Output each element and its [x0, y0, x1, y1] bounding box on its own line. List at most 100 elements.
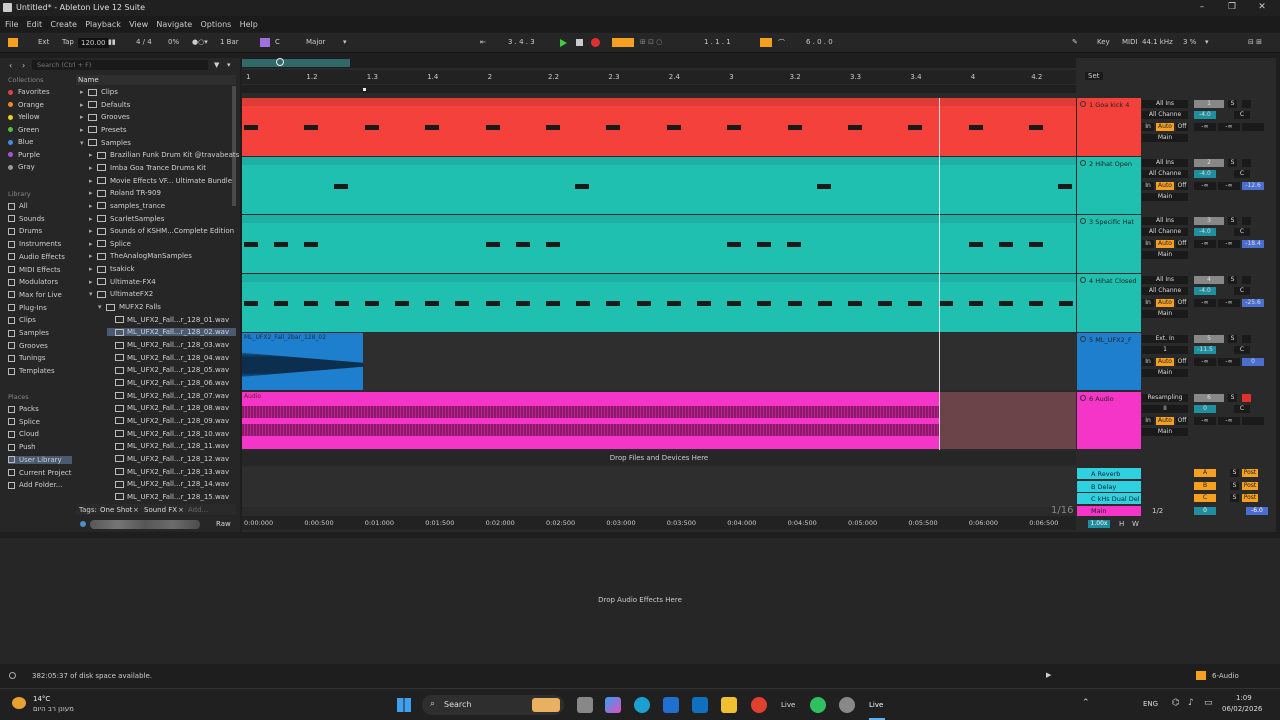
output-selector[interactable]: Main — [1142, 192, 1188, 201]
midi-note[interactable] — [516, 242, 530, 248]
track-pan[interactable]: C — [1234, 287, 1250, 296]
send-b[interactable]: -∞ — [1218, 123, 1240, 131]
expand-arrow-icon[interactable]: ▸ — [80, 88, 88, 96]
collection-blue[interactable]: Blue — [8, 138, 34, 146]
zoom-factor[interactable]: 1.00x — [1088, 520, 1110, 528]
library-item-audio-effects[interactable]: Audio Effects — [8, 253, 65, 261]
fold-track-icon[interactable] — [1080, 218, 1086, 225]
track-pan[interactable]: C — [1234, 404, 1250, 413]
library-item-grooves[interactable]: Grooves — [8, 342, 48, 350]
midi-note[interactable] — [969, 242, 983, 248]
view-toggle-icon[interactable] — [8, 38, 18, 47]
solo-button[interactable]: S — [1230, 481, 1239, 490]
tempo-field[interactable]: 120.00 — [78, 38, 109, 48]
library-item-midi-effects[interactable]: MIDI Effects — [8, 266, 61, 274]
track-header-4[interactable]: 4 Hihat Closed — [1077, 274, 1141, 332]
midi-note[interactable] — [304, 125, 319, 130]
chrome-icon[interactable] — [751, 697, 767, 713]
monitor-in-button[interactable]: In — [1142, 299, 1154, 308]
track-lane-5[interactable]: ML_UFX2_Fall_2bar_128_02 — [242, 332, 1076, 391]
return-post-toggle[interactable]: Post — [1242, 481, 1258, 490]
midi-note[interactable] — [274, 301, 289, 307]
clock-time[interactable]: 1:09 — [1236, 694, 1252, 702]
expand-arrow-icon[interactable]: ▸ — [89, 278, 97, 286]
midi-note[interactable] — [968, 125, 983, 130]
library-item-modulators[interactable]: Modulators — [8, 278, 58, 286]
midi-note[interactable] — [274, 242, 288, 248]
place-cloud[interactable]: Cloud — [8, 430, 39, 438]
browser-scrollbar[interactable] — [232, 86, 236, 206]
folder-item[interactable]: ▸ tsakick — [89, 265, 135, 273]
track-lane-1[interactable] — [242, 98, 1076, 156]
monitor-auto-button[interactable]: Auto — [1156, 240, 1174, 249]
fold-track-icon[interactable] — [1080, 159, 1086, 166]
midi-note[interactable] — [1059, 301, 1074, 307]
battery-icon[interactable]: ▭ — [1204, 698, 1213, 708]
folder-item[interactable]: ▸ Imba Goa Trance Drums Kit — [89, 164, 206, 172]
input-type-selector[interactable]: All Ins — [1142, 158, 1188, 167]
network-icon[interactable]: ⌬ — [1172, 698, 1180, 708]
arm-record-icon[interactable] — [1242, 217, 1251, 226]
device-view[interactable]: Drop Audio Effects Here — [0, 538, 1280, 664]
clip-header[interactable] — [242, 98, 1076, 106]
input-type-selector[interactable]: Ext. In — [1142, 334, 1188, 343]
info-icon[interactable] — [9, 672, 16, 679]
midi-note[interactable] — [244, 125, 258, 130]
file-item[interactable]: ML_UFX2_Fall...r_128_07.wav — [107, 392, 229, 400]
height-toggle[interactable]: H — [1119, 520, 1124, 528]
arm-record-icon[interactable] — [1242, 334, 1251, 343]
library-item-drums[interactable]: Drums — [8, 227, 42, 235]
menu-file[interactable]: File — [2, 16, 21, 29]
loop-switch-button[interactable] — [760, 38, 772, 47]
menu-help[interactable]: Help — [237, 16, 261, 29]
expand-arrow-icon[interactable]: ▸ — [89, 164, 97, 172]
arm-record-icon[interactable] — [1242, 393, 1251, 402]
folder-item[interactable]: ▸ Brazilian Funk Drum Kit @travabeats — [89, 151, 239, 159]
ext-sync-button[interactable]: Ext — [38, 38, 49, 46]
outlook-icon[interactable] — [692, 697, 708, 713]
metronome-icon[interactable]: ▮▮ — [108, 38, 116, 46]
midi-note[interactable] — [666, 125, 681, 130]
settings-gear-icon[interactable] — [839, 697, 855, 713]
collection-favorites[interactable]: Favorites — [8, 88, 50, 96]
clock-date[interactable]: 06/02/2026 — [1222, 705, 1262, 713]
return-track-header[interactable]: C kHs Dual Del — [1077, 493, 1141, 504]
expand-arrow-icon[interactable]: ▾ — [89, 290, 97, 298]
add-tag-button[interactable]: Add... — [188, 506, 208, 514]
file-item[interactable]: ML_UFX2_Fall...r_128_13.wav — [107, 468, 229, 476]
midi-note[interactable] — [1029, 242, 1043, 248]
midi-note[interactable] — [817, 183, 831, 189]
output-selector[interactable]: Main — [1142, 368, 1188, 377]
midi-note[interactable] — [666, 301, 681, 307]
quantize-menu[interactable]: 1 Bar — [220, 38, 239, 46]
return-send-letter[interactable]: A — [1194, 469, 1216, 477]
midi-note[interactable] — [304, 242, 318, 248]
collection-orange[interactable]: Orange — [8, 101, 44, 109]
expand-arrow-icon[interactable]: ▸ — [89, 151, 97, 159]
track-pan[interactable]: C — [1234, 111, 1250, 119]
audio-clip[interactable]: Audio — [242, 391, 939, 449]
clip-header[interactable] — [242, 156, 1076, 165]
menu-playback[interactable]: Playback — [82, 16, 124, 29]
preview-play-icon[interactable] — [80, 521, 86, 527]
folder-item[interactable]: ▸ TheAnalogManSamples — [89, 252, 192, 260]
draw-mode-icon[interactable]: ⌒ — [778, 38, 785, 48]
input-type-selector[interactable]: Resampling — [1142, 393, 1188, 402]
midi-note[interactable] — [485, 301, 500, 307]
midi-note[interactable] — [787, 125, 802, 130]
monitor-in-button[interactable]: In — [1142, 416, 1154, 425]
track-activator[interactable]: 5 — [1194, 334, 1224, 343]
midi-map-button[interactable]: MIDI — [1122, 38, 1138, 46]
midi-note[interactable] — [425, 301, 440, 307]
midi-note[interactable] — [546, 301, 560, 307]
track-pan[interactable]: C — [1234, 169, 1250, 178]
track-volume[interactable]: -11.5 — [1194, 345, 1216, 354]
midi-note[interactable] — [486, 242, 500, 248]
menu-options[interactable]: Options — [197, 16, 234, 29]
track-activator[interactable]: 6 — [1194, 393, 1224, 402]
expand-arrow-icon[interactable]: ▾ — [80, 139, 88, 147]
track-header-2[interactable]: 2 Hihat Open — [1077, 156, 1141, 215]
monitor-auto-button[interactable]: Auto — [1156, 416, 1174, 425]
file-item[interactable]: ML_UFX2_Fall...r_128_10.wav — [107, 430, 229, 438]
midi-note[interactable] — [817, 301, 832, 307]
